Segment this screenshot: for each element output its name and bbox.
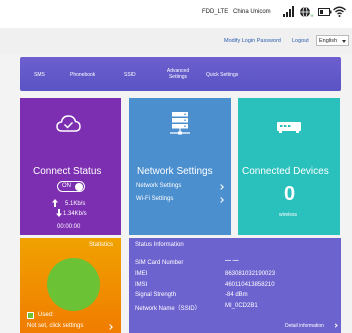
- server-network-icon: [170, 112, 190, 135]
- wifi-settings-link[interactable]: Wi-Fi Settings: [136, 196, 173, 202]
- signal-strength-label: Signal Strength: [135, 292, 177, 298]
- connected-devices-count: 0: [284, 183, 296, 205]
- toggle-knob: [75, 183, 83, 191]
- menu-item-sms[interactable]: SMS: [34, 72, 45, 78]
- detail-information-link[interactable]: Detail information: [285, 323, 324, 329]
- carrier-name: China Unicom: [233, 9, 271, 15]
- logout-link[interactable]: Logout: [292, 38, 309, 44]
- network-settings-link[interactable]: Network Settings: [136, 183, 181, 189]
- status-info-title: Status Information: [135, 242, 184, 248]
- used-label: Used:: [38, 312, 54, 318]
- ssid-value: MI_0CD2B1: [225, 303, 258, 309]
- imsi-value: 460110413858210: [225, 282, 275, 288]
- sim-card-value: — —: [225, 258, 239, 264]
- imsi-label: IMSI: [135, 282, 148, 288]
- menu-item-ssid[interactable]: SSID: [124, 72, 136, 78]
- usage-pie-chart: [47, 258, 100, 311]
- connection-duration: 00:00:00: [57, 224, 81, 230]
- network-type: FDD_LTE: [202, 9, 229, 15]
- menu-item-advanced-settings[interactable]: Advanced Settings: [161, 68, 195, 80]
- svg-text:H: H: [311, 13, 314, 18]
- download-arrow-icon: [56, 209, 62, 217]
- signal-strength-value: -84 dBm: [225, 292, 248, 298]
- globe-roaming-icon: H: [300, 6, 314, 18]
- statistics-title: Statistics: [89, 242, 114, 248]
- used-legend-swatch: [27, 312, 34, 319]
- connected-devices-label: wireless: [279, 212, 298, 218]
- router-device-icon: [277, 122, 301, 133]
- top-status-bar: FDD_LTE China Unicom H: [0, 0, 352, 28]
- language-select[interactable]: English: [316, 35, 349, 46]
- toggle-label: ON: [62, 183, 71, 189]
- imei-value: 863081032190023: [225, 271, 276, 277]
- connect-status-title: Connect Status: [33, 166, 102, 177]
- ssid-label: Network Name（SSID）: [135, 306, 201, 312]
- connected-devices-title: Connected Devices: [242, 166, 329, 177]
- upload-speed: 5.1Kb/s: [65, 201, 86, 207]
- sim-card-label: SIM Card Number: [135, 260, 184, 266]
- upload-arrow-icon: [52, 199, 58, 207]
- download-speed: 1.34Kb/s: [63, 211, 87, 217]
- chevron-down-icon: [342, 40, 346, 43]
- cloud-check-icon: [56, 115, 81, 132]
- menu-item-quick-settings[interactable]: Quick Settings: [206, 72, 238, 78]
- not-set-link[interactable]: Not set, click settings: [27, 323, 83, 329]
- language-value: English: [319, 38, 338, 44]
- battery-icon: [318, 8, 332, 16]
- network-settings-title: Network Settings: [137, 166, 213, 177]
- imei-label: IMEI: [135, 271, 148, 277]
- menu-item-phonebook[interactable]: Phonebook: [70, 72, 95, 78]
- signal-bars-icon: [283, 6, 294, 17]
- connection-toggle[interactable]: ON: [57, 181, 85, 192]
- wifi-icon: [333, 6, 346, 17]
- modify-password-link[interactable]: Modify Login Password: [224, 38, 281, 44]
